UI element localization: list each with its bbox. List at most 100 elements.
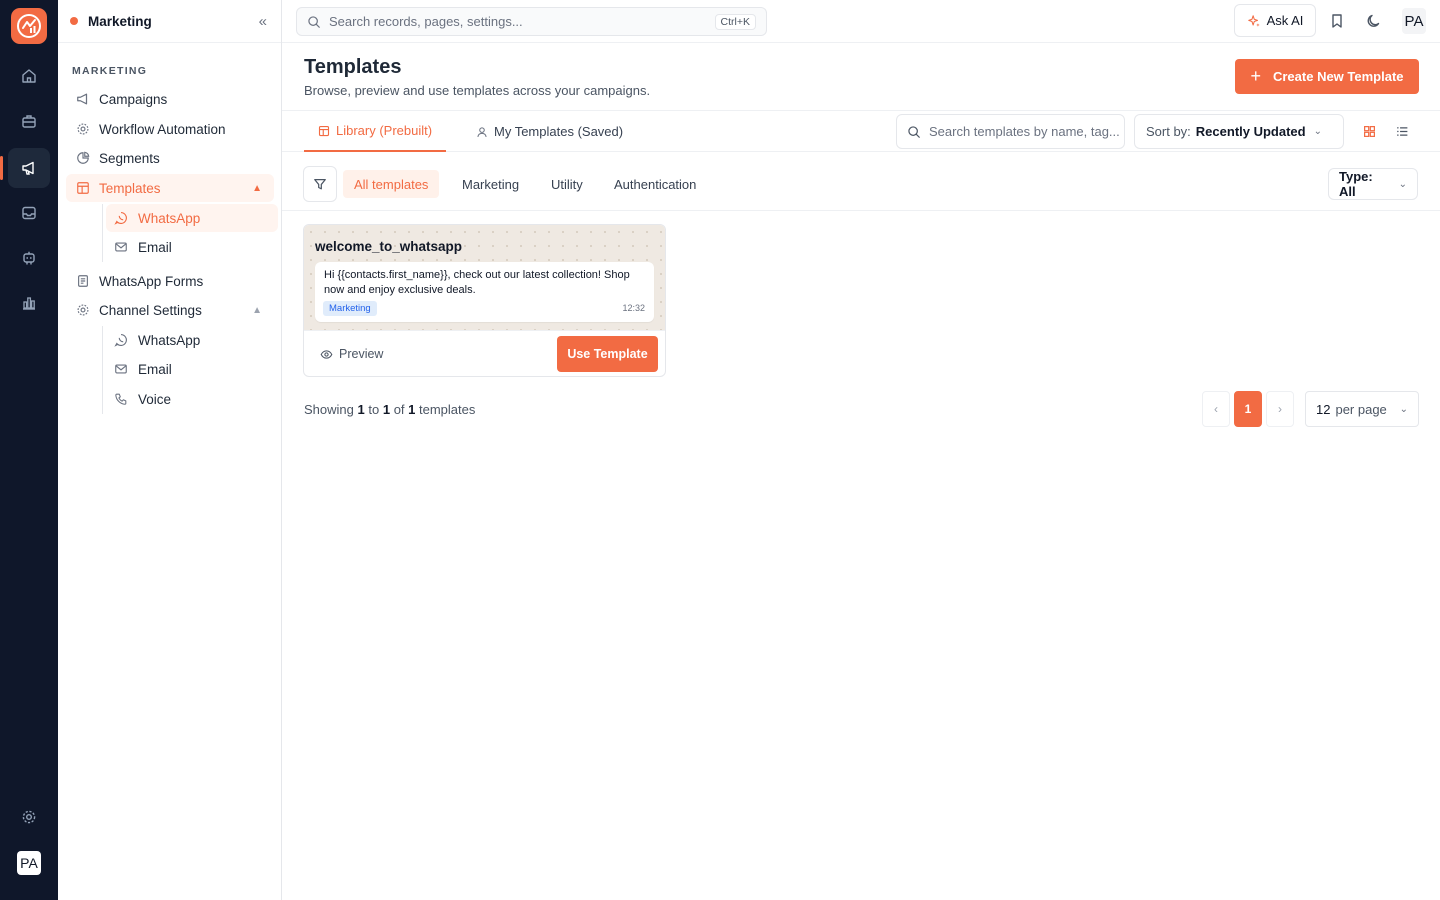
template-card[interactable]: welcome_to_whatsapp Hi {{contacts.first_… (303, 224, 666, 377)
filter-chip-all-templates[interactable]: All templates (343, 170, 440, 198)
filter-bar: All templates Marketing Utility Authenti… (282, 152, 1440, 211)
sidebar-item-campaigns[interactable]: Campaigns (66, 85, 274, 113)
whatsapp-icon (114, 211, 128, 225)
grid-view-button[interactable] (1361, 123, 1377, 139)
sidebar-item-workflow-automation[interactable]: Workflow Automation (66, 115, 274, 143)
filter-icon (314, 179, 326, 190)
app-rail: PA (0, 0, 58, 900)
submenu-line (102, 204, 103, 262)
collapse-sidebar-icon[interactable]: « (259, 13, 267, 30)
plus-icon: + (1250, 66, 1261, 86)
top-bar: Search records, pages, settings... Ctrl+… (282, 0, 1440, 43)
chevron-left-icon: ‹ (1214, 402, 1218, 416)
sidebar-subitem-templates-whatsapp[interactable]: WhatsApp (106, 204, 278, 232)
bar-chart-icon (23, 297, 35, 310)
sidebar-subitem-channel-voice[interactable]: Voice (106, 385, 278, 413)
filter-button[interactable] (303, 166, 337, 202)
search-icon (307, 15, 321, 29)
home-icon (22, 69, 36, 83)
per-page-suffix: per page (1335, 401, 1387, 417)
template-name: welcome_to_whatsapp (315, 239, 463, 254)
message-body: Hi {{contacts.first_name}}, check out ou… (324, 269, 630, 296)
sidebar-item-templates[interactable]: Templates ▲ (66, 174, 274, 202)
bookmark-icon (1332, 14, 1342, 28)
page-title: Templates (304, 56, 402, 78)
page-number-button[interactable]: 1 (1234, 391, 1262, 427)
sort-by-prefix: Sort by: (1146, 124, 1191, 139)
megaphone-icon (22, 161, 34, 175)
tab-label: Library (Prebuilt) (336, 123, 433, 138)
rail-user-avatar[interactable]: PA (17, 851, 41, 875)
list-view-button[interactable] (1394, 123, 1410, 139)
global-search-input[interactable]: Search records, pages, settings... Ctrl+… (296, 7, 767, 36)
sidebar-subitem-channel-whatsapp[interactable]: WhatsApp (106, 326, 278, 354)
message-bubble: Hi {{contacts.first_name}}, check out ou… (315, 262, 654, 322)
tab-library[interactable]: Library (Prebuilt) (304, 111, 447, 152)
per-page-value: 12 (1316, 401, 1331, 417)
create-new-template-button[interactable]: + Create New Template (1235, 59, 1419, 94)
sidebar-subitem-templates-email[interactable]: Email (106, 233, 278, 261)
grid-icon (1363, 125, 1375, 137)
sidebar-subitem-label: Email (138, 361, 172, 377)
next-page-button[interactable]: › (1266, 391, 1294, 427)
sparkles-icon (1247, 14, 1261, 28)
mail-icon (114, 240, 128, 254)
template-search-placeholder: Search templates by name, tag... (929, 124, 1120, 139)
card-footer: Preview Use Template (304, 330, 665, 376)
user-avatar[interactable]: PA (1402, 8, 1426, 34)
ask-ai-button[interactable]: Ask AI (1234, 4, 1316, 37)
sidebar-item-label: Templates (99, 180, 161, 196)
whatsapp-icon (114, 333, 128, 347)
module-sidebar: Marketing « MARKETING Campaigns Workflow… (58, 0, 282, 900)
chevron-down-icon: ⌄ (1313, 126, 1322, 137)
per-page-select[interactable]: 12 per page ⌄ (1305, 391, 1419, 427)
summary-from: 1 (357, 402, 365, 417)
layout-template-icon (76, 181, 90, 195)
tab-my-templates[interactable]: My Templates (Saved) (462, 111, 637, 152)
phone-icon (114, 392, 128, 406)
ask-ai-label: Ask AI (1266, 13, 1304, 28)
sidebar-item-channel-settings[interactable]: Channel Settings ▲ (66, 296, 274, 324)
template-search-input[interactable]: Search templates by name, tag... (896, 114, 1125, 149)
inbox-icon (22, 206, 36, 220)
rail-analytics-button[interactable] (8, 283, 50, 323)
summary-suffix: templates (419, 402, 476, 417)
sidebar-section-label: MARKETING (72, 65, 148, 77)
summary-total: 1 (408, 402, 416, 417)
sidebar-subitem-channel-email[interactable]: Email (106, 355, 278, 383)
preview-button[interactable]: Preview (320, 347, 383, 361)
message-time: 12:32 (622, 303, 645, 313)
sidebar-item-label: Campaigns (99, 91, 168, 107)
filter-chip-utility[interactable]: Utility (540, 170, 594, 198)
rail-bot-button[interactable] (8, 238, 50, 278)
rail-home-button[interactable] (8, 56, 50, 96)
sidebar-title: Marketing (88, 13, 152, 29)
search-icon (907, 125, 921, 139)
rail-marketing-button[interactable] (0, 148, 50, 188)
chevron-up-icon[interactable]: ▲ (252, 305, 262, 316)
theme-toggle-button[interactable] (1364, 11, 1384, 31)
use-template-button[interactable]: Use Template (557, 336, 658, 372)
global-search-placeholder: Search records, pages, settings... (329, 14, 523, 29)
chevron-up-icon[interactable]: ▲ (252, 183, 262, 194)
chevron-right-icon: › (1278, 402, 1282, 416)
type-filter-select[interactable]: Type: All ⌄ (1328, 168, 1418, 200)
summary-of-word: of (393, 402, 405, 417)
filter-chip-marketing[interactable]: Marketing (451, 170, 530, 198)
sort-by-select[interactable]: Sort by: Recently Updated ⌄ (1134, 114, 1344, 149)
bookmark-button[interactable] (1327, 11, 1347, 31)
filter-chip-authentication[interactable]: Authentication (603, 170, 707, 198)
rail-briefcase-button[interactable] (8, 101, 50, 141)
sidebar-item-label: Workflow Automation (99, 121, 226, 137)
app-logo[interactable] (11, 8, 47, 44)
sidebar-item-whatsapp-forms[interactable]: WhatsApp Forms (66, 267, 274, 295)
tab-label: My Templates (Saved) (494, 124, 624, 139)
rail-inbox-button[interactable] (8, 193, 50, 233)
search-shortcut-hint: Ctrl+K (714, 13, 756, 30)
rail-settings-button[interactable] (8, 797, 50, 837)
sidebar-item-label: Channel Settings (99, 302, 202, 318)
submenu-line (102, 326, 103, 414)
prev-page-button[interactable]: ‹ (1202, 391, 1230, 427)
sidebar-subitem-label: Email (138, 239, 172, 255)
sidebar-item-segments[interactable]: Segments (66, 144, 274, 172)
